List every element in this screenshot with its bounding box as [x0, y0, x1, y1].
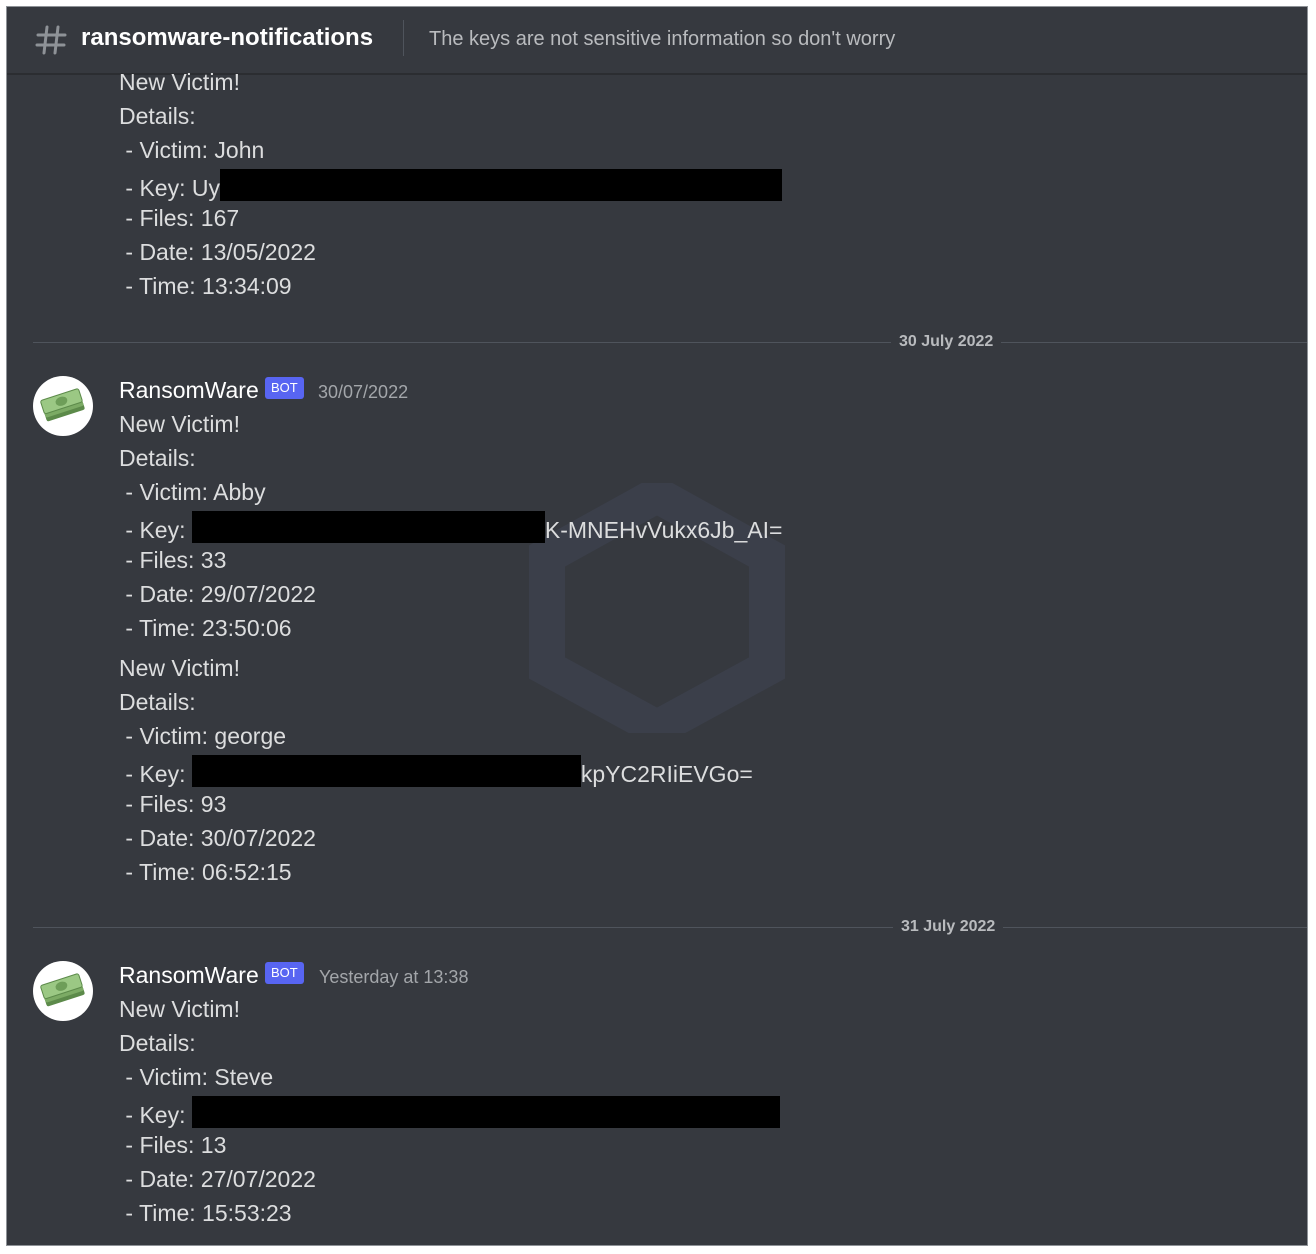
- message-details-label: Details:: [119, 1030, 196, 1056]
- key-line: - Key: kpYC2RIiEVGo=: [119, 755, 753, 789]
- redaction-bar: [191, 755, 581, 787]
- chat-window: ransomware-notifications The keys are no…: [6, 6, 1308, 1246]
- date-line: - Date: 29/07/2022: [119, 581, 316, 607]
- key-visible-part: K-MNEHvVukx6Jb_AI=: [544, 517, 783, 543]
- files-line: - Files: 93: [119, 791, 227, 817]
- hash-icon: [35, 25, 67, 55]
- victim-line: - Victim: Abby: [119, 479, 266, 505]
- key-label: - Key: Uy: [119, 175, 220, 201]
- date-divider: [33, 927, 1307, 928]
- message-timestamp[interactable]: Yesterday at 13:38: [319, 965, 468, 989]
- money-stack-icon[interactable]: [33, 376, 93, 436]
- message-title: New Victim!: [119, 411, 240, 437]
- channel-header: ransomware-notifications The keys are no…: [7, 7, 1307, 75]
- message-timestamp[interactable]: 30/07/2022: [318, 380, 408, 404]
- time-line: - Time: 23:50:06: [119, 615, 292, 641]
- redaction-bar: [219, 169, 782, 201]
- author-name[interactable]: RansomWare: [119, 375, 259, 405]
- message-details-label: Details:: [119, 689, 196, 715]
- channel-name[interactable]: ransomware-notifications: [81, 23, 373, 53]
- date-divider-label: 30 July 2022: [891, 332, 1002, 352]
- key-label: - Key:: [119, 1102, 192, 1128]
- bot-tag: BOT: [265, 962, 304, 984]
- message-title: New Victim!: [119, 69, 240, 95]
- key-line: - Key:: [119, 1096, 780, 1130]
- date-line: - Date: 13/05/2022: [119, 239, 316, 265]
- victim-line: - Victim: Steve: [119, 1064, 274, 1090]
- time-line: - Time: 15:53:23: [119, 1200, 292, 1226]
- files-line: - Files: 13: [119, 1132, 227, 1158]
- redaction-bar: [191, 511, 545, 543]
- bot-tag: BOT: [265, 377, 304, 399]
- key-line: - Key: Uy: [119, 169, 782, 203]
- message-title: New Victim!: [119, 655, 240, 681]
- channel-topic[interactable]: The keys are not sensitive information s…: [429, 26, 895, 52]
- files-line: - Files: 167: [119, 205, 240, 231]
- message-title: New Victim!: [119, 996, 240, 1022]
- time-line: - Time: 06:52:15: [119, 859, 292, 885]
- files-line: - Files: 33: [119, 547, 227, 573]
- redaction-bar: [191, 1096, 780, 1128]
- victim-line: - Victim: John: [119, 137, 265, 163]
- money-stack-icon[interactable]: [33, 961, 93, 1021]
- date-divider-label: 31 July 2022: [893, 917, 1004, 937]
- victim-line: - Victim: george: [119, 723, 287, 749]
- message-details-label: Details:: [119, 445, 196, 471]
- date-divider: [33, 342, 1307, 343]
- key-label: - Key:: [119, 517, 192, 543]
- key-visible-part: kpYC2RIiEVGo=: [580, 761, 753, 787]
- date-line: - Date: 30/07/2022: [119, 825, 316, 851]
- key-line: - Key: K-MNEHvVukx6Jb_AI=: [119, 511, 782, 545]
- message-details-label: Details:: [119, 103, 196, 129]
- date-line: - Date: 27/07/2022: [119, 1166, 316, 1192]
- key-label: - Key:: [119, 761, 192, 787]
- author-name[interactable]: RansomWare: [119, 960, 259, 990]
- header-divider: [403, 20, 404, 56]
- time-line: - Time: 13:34:09: [119, 273, 292, 299]
